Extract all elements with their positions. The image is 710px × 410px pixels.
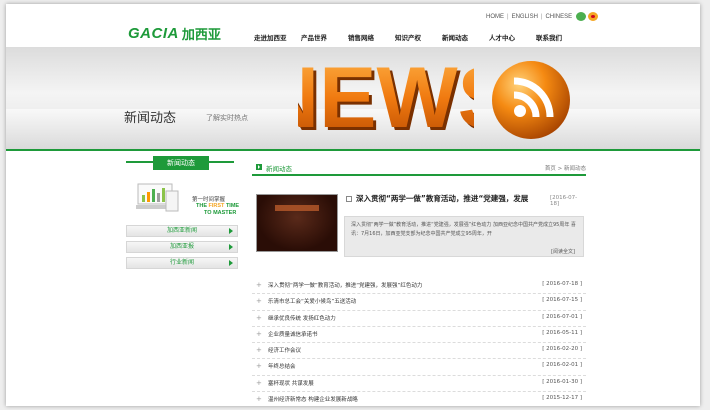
laptop-chart-icon (136, 183, 179, 212)
news-3d-letters: NEWS NEWS (257, 50, 518, 149)
featured-news: 深入贯彻“两学一做”教育活动，推进“党建强，发展 [2016-07-18] 深入… (252, 190, 586, 260)
promo-english-line1: THE FIRST TIME (196, 203, 240, 209)
plus-icon: + (256, 313, 262, 322)
nav-item-sales[interactable]: 销售网络 (348, 32, 395, 42)
banner-title: 新闻动态 (124, 111, 177, 126)
promo-english-line2: TO MASTER (204, 210, 237, 216)
news-list: + 深入贯彻“两学一做”教育活动，推进“党建强，发展强”红色动力[ 2016-07… (252, 278, 586, 406)
nav-item-news[interactable]: 新闻动态 (442, 32, 489, 42)
main-section-header: 新闻动态 首页 > 新闻动态 (252, 162, 586, 176)
weibo-icon[interactable] (588, 12, 599, 21)
separator: | (507, 13, 509, 20)
page-frame: GACIA 加西亚 HOME | ENGLISH | CHINESE 走进加西亚… (6, 4, 700, 406)
news-banner: 新闻动态 了解实时热点 NEWS NEWS (6, 47, 700, 149)
featured-news-image[interactable] (256, 194, 338, 252)
list-item[interactable]: + 温州经济新常态 构建企业发展新战略[ 2015-12-17 ] (252, 392, 586, 406)
list-item[interactable]: + 年终总结会[ 2016-02-01 ] (252, 359, 586, 376)
home-link[interactable]: HOME (486, 14, 504, 20)
chinese-link[interactable]: CHINESE (545, 14, 572, 20)
list-item[interactable]: + 塞杯现状 共谋发展[ 2016-01-30 ] (252, 376, 586, 393)
logo-latin-text: GACIA (128, 25, 179, 42)
sidebar-menu: 加西亚新闻 加西亚报 行业新闻 (126, 225, 238, 273)
nav-item-about[interactable]: 走进加西亚 (254, 32, 301, 42)
main-nav: 走进加西亚 产品世界 销售网络 知识产权 新闻动态 人才中心 联系我们 (254, 32, 583, 42)
banner-subtitle: 了解实时热点 (206, 114, 248, 122)
site-logo[interactable]: GACIA 加西亚 (128, 24, 221, 43)
plus-icon: + (256, 378, 262, 387)
list-item[interactable]: + 继承优良传统 发扬红色动力[ 2016-07-01 ] (252, 311, 586, 327)
plus-icon: + (256, 362, 262, 371)
nav-item-ip[interactable]: 知识产权 (395, 32, 442, 42)
news-word: NEWS (298, 53, 474, 137)
list-item[interactable]: + 经济工作会议[ 2016-02-20 ] (252, 343, 586, 360)
section-title: 新闻动态 (266, 165, 292, 173)
plus-icon: + (256, 395, 262, 404)
promo-chinese-text: 第一时间掌握 (192, 197, 226, 203)
top-language-links: HOME | ENGLISH | CHINESE (486, 12, 599, 21)
list-item[interactable]: + 企业质量诚信承诺书[ 2016-05-11 ] (252, 327, 586, 344)
banner-divider (6, 149, 700, 151)
sidebar-item-company-paper[interactable]: 加西亚报 (126, 241, 238, 253)
rss-icon (490, 59, 572, 141)
nav-item-products[interactable]: 产品世界 (301, 32, 348, 42)
featured-news-text: 深入贯彻“两学一做”教育活动，推进“党建强，发展强”红色动力 加西亚纪念中国共产… (351, 222, 576, 237)
chevron-right-icon (229, 260, 233, 266)
article-icon (346, 196, 352, 202)
plus-icon: + (256, 281, 262, 289)
featured-news-summary: 深入贯彻“两学一做”教育活动，推进“党建强，发展强”红色动力 加西亚纪念中国共产… (344, 216, 584, 257)
nav-item-careers[interactable]: 人才中心 (489, 32, 536, 42)
separator: | (540, 13, 543, 20)
chevron-right-icon (229, 244, 233, 250)
list-item[interactable]: + 乐清市总工会“关爱小候鸟”五送活动[ 2016-07-15 ] (252, 294, 586, 311)
featured-news-title[interactable]: 深入贯彻“两学一做”教育活动，推进“党建强，发展 (356, 193, 552, 204)
wechat-icon[interactable] (576, 12, 587, 21)
chevron-right-icon (229, 228, 233, 234)
list-item[interactable]: + 深入贯彻“两学一做”教育活动，推进“党建强，发展强”红色动力[ 2016-07… (252, 278, 586, 295)
section-arrow-icon (256, 164, 262, 170)
breadcrumb[interactable]: 首页 > 新闻动态 (545, 164, 586, 172)
plus-icon: + (256, 297, 262, 306)
sidebar-item-company-news[interactable]: 加西亚新闻 (126, 225, 238, 237)
sidebar-item-industry-news[interactable]: 行业新闻 (126, 257, 238, 269)
plus-icon: + (256, 329, 262, 338)
plus-icon: + (256, 346, 262, 355)
sidebar-heading: 新闻动态 (126, 156, 234, 170)
featured-news-date: [2016-07-18] (550, 195, 578, 207)
sidebar-heading-label: 新闻动态 (153, 156, 209, 170)
logo-chinese-text: 加西亚 (181, 28, 221, 43)
nav-item-contact[interactable]: 联系我们 (536, 32, 583, 42)
english-link[interactable]: ENGLISH (512, 14, 538, 20)
sidebar-promo: 第一时间掌握 THE FIRST TIME TO MASTER (128, 179, 240, 221)
read-more-link[interactable]: [阅读全文] (551, 248, 575, 255)
